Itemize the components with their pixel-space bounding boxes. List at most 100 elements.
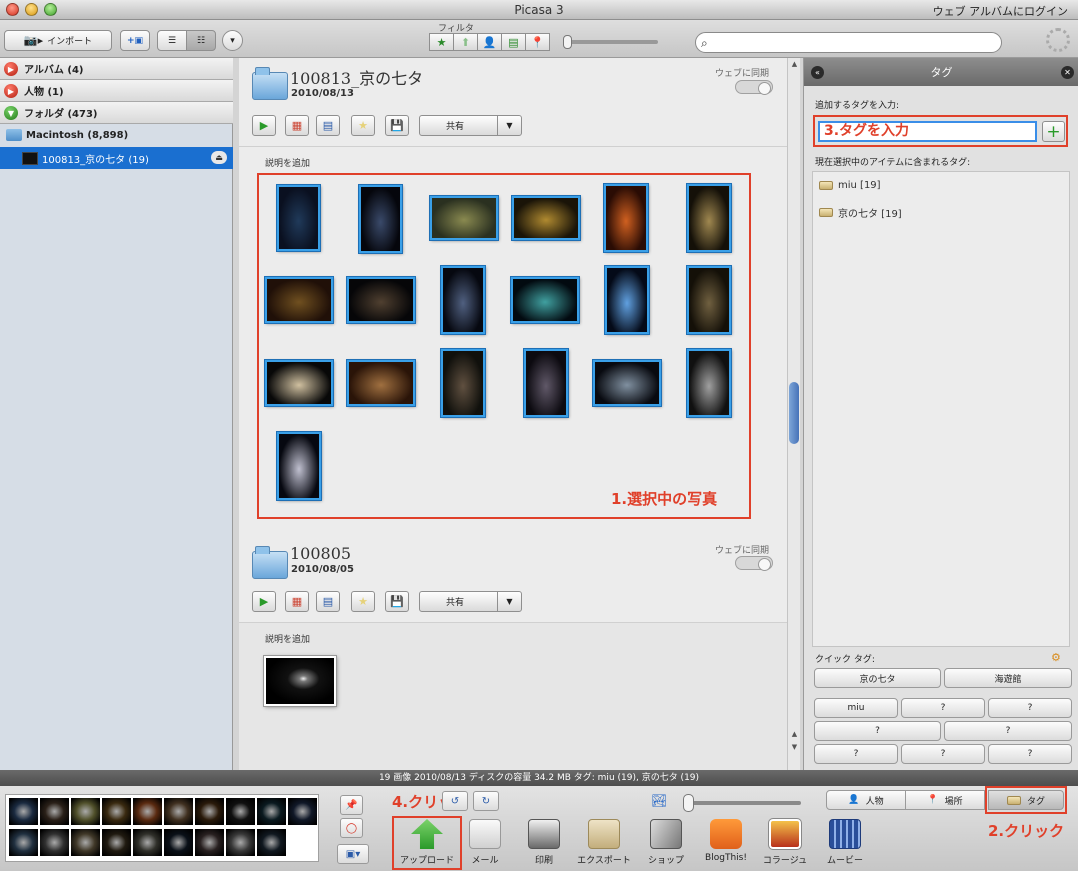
chevron-down-icon[interactable]: ▼: [497, 592, 521, 611]
quick-tag-button[interactable]: ?: [944, 721, 1072, 741]
filter-geotag-button[interactable]: 📍: [525, 33, 550, 51]
chevron-up-icon[interactable]: ▲: [789, 60, 800, 68]
photo-thumbnail[interactable]: [686, 265, 732, 335]
movie-button[interactable]: ▤: [316, 591, 340, 612]
slideshow-button[interactable]: ▶: [252, 115, 276, 136]
photo-thumbnail[interactable]: [429, 195, 499, 241]
sync-toggle[interactable]: [735, 556, 773, 571]
rotate-left-button[interactable]: ↺: [442, 791, 468, 811]
photo-thumbnail[interactable]: [440, 265, 486, 335]
tray-thumbnail[interactable]: [102, 829, 131, 856]
tray-thumbnail[interactable]: [71, 798, 100, 825]
filter-people-button[interactable]: 👤: [477, 33, 502, 51]
sidebar-item-people[interactable]: ▶ 人物 (1): [0, 80, 233, 102]
photo-thumbnail[interactable]: [276, 431, 322, 501]
tray-thumbnail[interactable]: [40, 798, 69, 825]
sidebar-item-albums[interactable]: ▶ アルバム (4): [0, 58, 233, 80]
photo-thumbnail[interactable]: [440, 348, 486, 418]
quick-tag-button[interactable]: miu: [814, 698, 898, 718]
new-album-button[interactable]: +▣: [120, 30, 150, 51]
sidebar-item-macintosh[interactable]: Macintosh (8,898): [0, 124, 233, 146]
slideshow-button[interactable]: ▶: [252, 591, 276, 612]
filter-starred-button[interactable]: ★: [429, 33, 454, 51]
list-item[interactable]: 京の七タ [19]: [819, 205, 902, 220]
tray-thumbnail[interactable]: [226, 798, 255, 825]
share-button[interactable]: 共有 ▼: [419, 115, 522, 136]
sync-toggle[interactable]: [735, 80, 773, 95]
collapse-panel-icon[interactable]: «: [811, 66, 824, 79]
rotate-right-button[interactable]: ↻: [473, 791, 499, 811]
photo-thumbnail[interactable]: [511, 195, 581, 241]
movie-button[interactable]: ムービー: [816, 816, 874, 868]
filter-movies-button[interactable]: ▤: [501, 33, 526, 51]
hold-selection-button[interactable]: 📌: [340, 795, 363, 815]
chevron-up-icon[interactable]: ▲: [789, 730, 800, 738]
photo-thumbnail[interactable]: [263, 655, 337, 707]
tray-thumbnail[interactable]: [195, 798, 224, 825]
photo-thumbnail[interactable]: [346, 359, 416, 407]
export-button[interactable]: エクスポート: [575, 816, 633, 868]
filter-uploaded-button[interactable]: ⬆: [453, 33, 478, 51]
add-description-label[interactable]: 説明を追加: [265, 632, 310, 645]
quick-tag-button[interactable]: ?: [901, 698, 985, 718]
star-folder-button[interactable]: ★: [351, 115, 375, 136]
tray-thumbnail[interactable]: [71, 829, 100, 856]
tray-thumbnail[interactable]: [40, 829, 69, 856]
tray-thumbnail[interactable]: [133, 798, 162, 825]
share-button[interactable]: 共有 ▼: [419, 591, 522, 612]
clear-selection-button[interactable]: ◯: [340, 818, 363, 838]
thumbnail-size-slider-thumb[interactable]: [683, 794, 694, 812]
quick-tag-button[interactable]: 海遊館: [944, 668, 1072, 688]
add-tag-button[interactable]: +: [1042, 121, 1065, 142]
upload-status-icon[interactable]: ⏏: [211, 151, 227, 164]
tray-thumbnail[interactable]: [257, 798, 286, 825]
date-filter-slider-track[interactable]: [565, 40, 658, 44]
main-scrollbar[interactable]: ▲ ▲ ▼: [787, 58, 800, 770]
people-panel-button[interactable]: 👤 人物: [826, 790, 906, 810]
photo-thumbnail[interactable]: [592, 359, 662, 407]
photo-thumbnail[interactable]: [510, 276, 580, 324]
quick-tag-button[interactable]: ?: [901, 744, 985, 764]
photo-thumbnail[interactable]: [276, 184, 321, 252]
tray-thumbnail[interactable]: [288, 798, 317, 825]
chevron-down-icon[interactable]: ▼: [497, 116, 521, 135]
photo-thumbnail[interactable]: [604, 265, 650, 335]
view-menu-button[interactable]: ▾: [222, 30, 243, 51]
quick-tag-button[interactable]: ?: [814, 744, 898, 764]
places-panel-button[interactable]: 📍 場所: [905, 790, 985, 810]
thumbnail-size-slider-track[interactable]: [688, 801, 801, 805]
tray-thumbnail[interactable]: [226, 829, 255, 856]
photo-thumbnail[interactable]: [346, 276, 416, 324]
sidebar-item-selected-folder[interactable]: 100813_京の七タ (19) ⏏: [0, 147, 233, 169]
sidebar-item-folders[interactable]: ▼ フォルダ (473): [0, 102, 233, 124]
add-description-label[interactable]: 説明を追加: [265, 156, 310, 169]
tray-thumbnail[interactable]: [9, 798, 38, 825]
collage-button[interactable]: ▦: [285, 591, 309, 612]
tray-thumbnail[interactable]: [133, 829, 162, 856]
star-folder-button[interactable]: ★: [351, 591, 375, 612]
collage-button[interactable]: ▦: [285, 115, 309, 136]
quick-tag-button[interactable]: 京の七タ: [814, 668, 941, 688]
scrollbar-thumb[interactable]: [789, 382, 799, 444]
tray-thumbnail[interactable]: [164, 798, 193, 825]
web-album-login-link[interactable]: ウェブ アルバムにログイン: [933, 3, 1068, 19]
print-button[interactable]: 印刷: [515, 816, 573, 868]
save-button[interactable]: 💾: [385, 591, 409, 612]
add-to-album-button[interactable]: ▣▾: [337, 844, 369, 864]
photo-thumbnail[interactable]: [603, 183, 649, 253]
date-filter-slider-thumb[interactable]: [563, 35, 572, 49]
search-input[interactable]: ⌕: [695, 32, 1002, 53]
close-icon[interactable]: ✕: [1061, 66, 1074, 79]
tray-thumbnail[interactable]: [9, 829, 38, 856]
tray-thumbnail[interactable]: [257, 829, 286, 856]
tray-thumbnail[interactable]: [164, 829, 193, 856]
tree-view-button[interactable]: ☷: [186, 30, 216, 51]
email-button[interactable]: メール: [456, 816, 514, 868]
flat-view-button[interactable]: ☰: [157, 30, 187, 51]
photo-thumbnail[interactable]: [264, 276, 334, 324]
quick-tag-button[interactable]: ?: [814, 721, 941, 741]
shop-button[interactable]: ショップ: [637, 816, 695, 868]
photo-thumbnail[interactable]: [358, 184, 403, 254]
folder-title[interactable]: 100805: [290, 544, 351, 563]
save-button[interactable]: 💾: [385, 115, 409, 136]
